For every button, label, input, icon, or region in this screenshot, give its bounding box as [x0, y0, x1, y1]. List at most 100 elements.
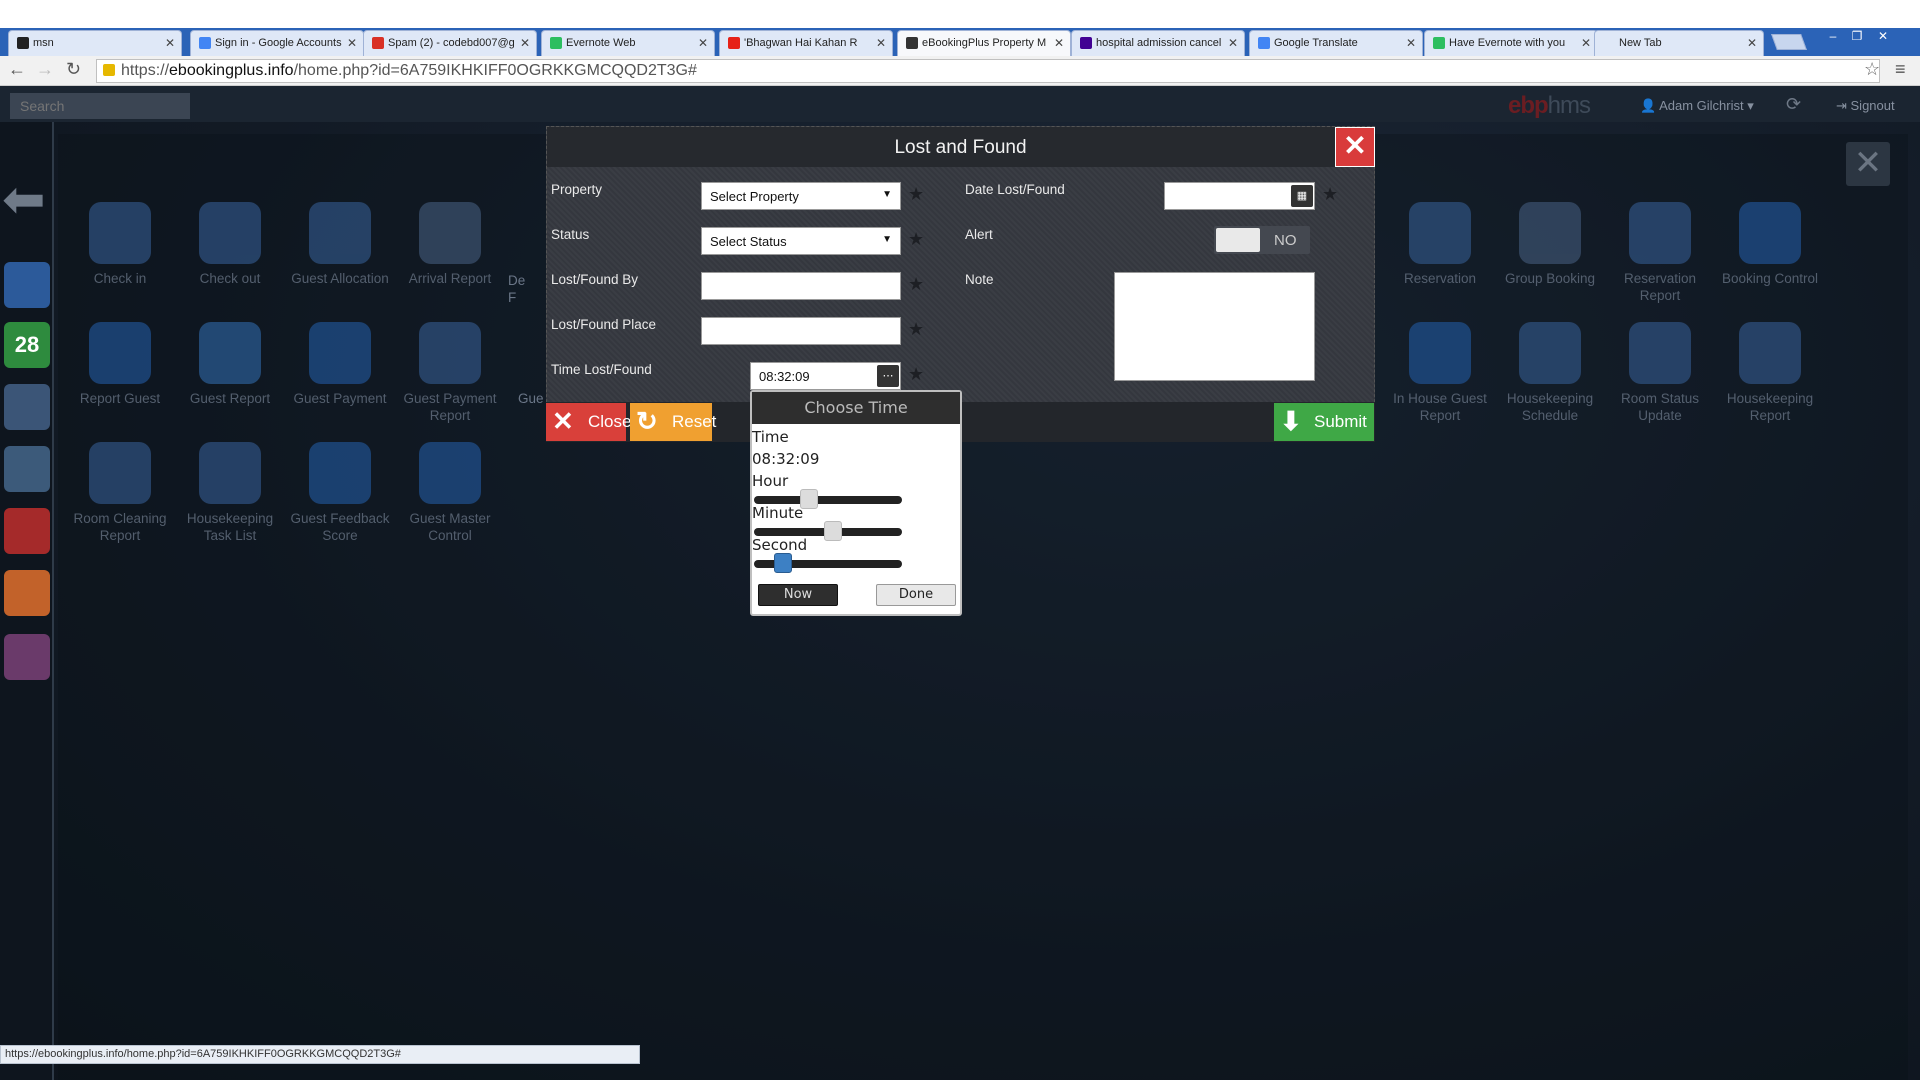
tab[interactable]: msn ✕: [8, 30, 182, 56]
minute-slider[interactable]: [754, 521, 902, 541]
tile-icon: [1629, 202, 1691, 264]
signout-link[interactable]: ⇥ Signout: [1836, 98, 1895, 114]
dashboard-tile[interactable]: Housekeeping Task List: [175, 442, 285, 544]
url-scheme: https://: [121, 62, 170, 79]
tab[interactable]: Evernote Web ✕: [541, 30, 715, 56]
browser-menu-icon[interactable]: ≡: [1895, 59, 1906, 80]
user-menu[interactable]: 👤 Adam Gilchrist ▾: [1640, 98, 1754, 114]
alert-toggle[interactable]: NO: [1214, 226, 1310, 254]
dashboard-tile[interactable]: Guest Feedback Score: [285, 442, 395, 544]
url-host: ebookingplus.info: [169, 62, 294, 79]
dashboard-tile[interactable]: Reservation: [1385, 202, 1495, 287]
dashboard-tile[interactable]: Room Cleaning Report: [65, 442, 175, 544]
tile-label: In House Guest Report: [1393, 391, 1487, 423]
tile-icon: [1629, 322, 1691, 384]
tab-title: Google Translate: [1274, 37, 1358, 49]
reload-icon[interactable]: ↻: [66, 59, 81, 80]
lock-icon: [103, 64, 115, 76]
dashboard-tile[interactable]: Check in: [65, 202, 175, 287]
presentation-icon[interactable]: [4, 508, 50, 554]
toggle-knob: [1216, 228, 1260, 252]
tab-close-icon[interactable]: ✕: [1406, 36, 1416, 50]
lost-found-place-input[interactable]: [701, 317, 901, 345]
dashboard-tile[interactable]: Housekeeping Report: [1715, 322, 1825, 424]
tab[interactable]: Google Translate ✕: [1249, 30, 1423, 56]
tile-label: Guest Allocation: [291, 271, 389, 286]
now-button[interactable]: Now: [758, 584, 838, 606]
hour-slider[interactable]: [754, 489, 902, 509]
dashboard-tile[interactable]: Arrival Report: [395, 202, 505, 287]
dashboard-tile[interactable]: Guest Report: [175, 322, 285, 407]
new-tab-button[interactable]: [1771, 34, 1807, 50]
tile-label: Guest Payment Report: [403, 391, 497, 423]
tab[interactable]: 'Bhagwan Hai Kahan R ✕: [719, 30, 893, 56]
forward-icon[interactable]: →: [36, 59, 54, 80]
dashboard-tile[interactable]: Group Booking: [1495, 202, 1605, 287]
dialog-close-icon[interactable]: ✕: [1335, 127, 1375, 167]
status-select[interactable]: Select Status ▼: [701, 227, 901, 255]
bookmark-star-icon[interactable]: ☆: [1864, 59, 1880, 80]
property-select[interactable]: Select Property ▼: [701, 182, 901, 210]
dashboard-tile[interactable]: Report Guest: [65, 322, 175, 407]
support-icon[interactable]: [4, 570, 50, 616]
minimize-icon[interactable]: –: [1822, 29, 1844, 43]
dashboard-tile[interactable]: Reservation Report: [1605, 202, 1715, 304]
submit-button[interactable]: ⬇ Submit: [1274, 403, 1374, 441]
status-select-value: Select Status: [710, 234, 787, 249]
tab[interactable]: Spam (2) - codebd007@g ✕: [363, 30, 537, 56]
dashboard-tile[interactable]: Guest Payment: [285, 322, 395, 407]
cart-icon[interactable]: [4, 446, 50, 492]
dashboard-tile[interactable]: Room Status Update: [1605, 322, 1715, 424]
note-label: Note: [965, 272, 994, 287]
tab-close-icon[interactable]: ✕: [876, 36, 886, 50]
chart-icon[interactable]: [4, 634, 50, 680]
address-bar[interactable]: https://ebookingplus.info/home.php?id=6A…: [96, 59, 1880, 83]
alert-toggle-value: NO: [1274, 232, 1297, 249]
dashboard-tile[interactable]: In House Guest Report: [1385, 322, 1495, 424]
tab[interactable]: New Tab ✕: [1594, 30, 1764, 56]
dashboard-tile[interactable]: Guest Payment Report: [395, 322, 505, 424]
restore-icon[interactable]: ❐: [1846, 29, 1868, 43]
tab[interactable]: Have Evernote with you ✕: [1424, 30, 1598, 56]
calendar-picker-icon[interactable]: ▦: [1291, 185, 1313, 207]
calendar-icon[interactable]: 28: [4, 322, 50, 368]
tab[interactable]: hospital admission cancel ✕: [1071, 30, 1245, 56]
tab-title: Spam (2) - codebd007@g: [388, 37, 515, 49]
tab-close-icon[interactable]: ✕: [1747, 36, 1757, 50]
tab-close-icon[interactable]: ✕: [520, 36, 530, 50]
tab-close-icon[interactable]: ✕: [1228, 36, 1238, 50]
refresh-icon[interactable]: ⟳: [1786, 94, 1801, 115]
minute-slider-handle[interactable]: [824, 521, 843, 541]
dashboard-tile[interactable]: Guest Allocation: [285, 202, 395, 287]
tile-label: Housekeeping Report: [1726, 391, 1814, 423]
note-textarea[interactable]: [1114, 272, 1315, 381]
back-arrow-icon[interactable]: ⬅: [2, 174, 46, 226]
tab[interactable]: Sign in - Google Accounts ✕: [190, 30, 364, 56]
lost-found-by-input[interactable]: [701, 272, 901, 300]
reset-button[interactable]: ↻ Reset: [630, 403, 716, 441]
second-slider[interactable]: [754, 553, 902, 573]
tile-label: Housekeeping Schedule: [1506, 391, 1594, 423]
close-button[interactable]: ✕ Close: [546, 403, 631, 441]
desk-close-icon[interactable]: ✕: [1846, 142, 1890, 186]
home-icon[interactable]: [4, 384, 50, 430]
back-icon[interactable]: ←: [8, 59, 26, 80]
guest-sidebar-icon[interactable]: [4, 262, 50, 308]
tab[interactable]: eBookingPlus Property M ✕: [897, 30, 1071, 56]
dashboard-tile[interactable]: Guest Master Control: [395, 442, 505, 544]
tab-close-icon[interactable]: ✕: [698, 36, 708, 50]
tab-close-icon[interactable]: ✕: [347, 36, 357, 50]
dashboard-tile[interactable]: Housekeeping Schedule: [1495, 322, 1605, 424]
tile-label: Reservation Report: [1623, 271, 1697, 303]
clock-picker-icon[interactable]: ⋯: [877, 365, 899, 387]
dashboard-tile[interactable]: Check out: [175, 202, 285, 287]
window-close-icon[interactable]: ✕: [1872, 29, 1894, 43]
tab-close-icon[interactable]: ✕: [1581, 36, 1591, 50]
app-search-input[interactable]: [10, 93, 190, 119]
tab-close-icon[interactable]: ✕: [165, 36, 175, 50]
tab-close-icon[interactable]: ✕: [1054, 36, 1064, 50]
done-button[interactable]: Done: [876, 584, 956, 606]
dashboard-tile[interactable]: Booking Control: [1715, 202, 1825, 287]
second-slider-handle[interactable]: [773, 553, 792, 573]
picker-time-value: 08:32:09: [752, 450, 820, 468]
